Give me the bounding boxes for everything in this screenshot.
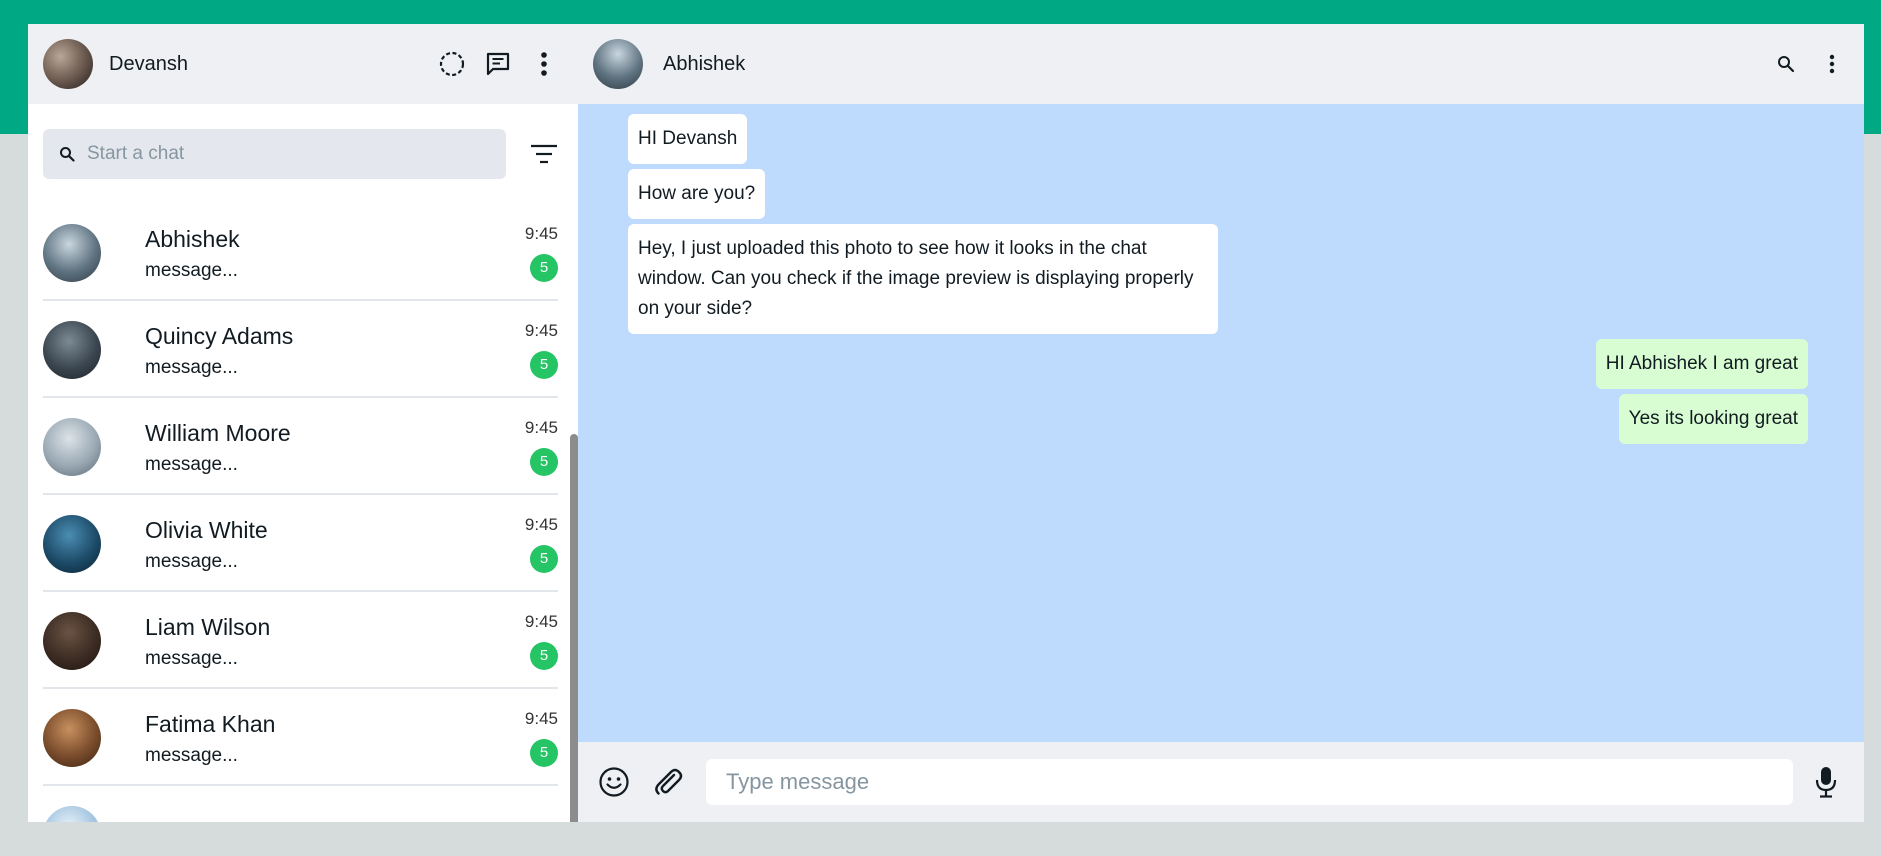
message-area: HI Devansh How are you? Hey, I just upload… bbox=[578, 104, 1864, 742]
composer bbox=[578, 742, 1864, 822]
avatar bbox=[43, 805, 101, 822]
unread-badge: 5 bbox=[530, 544, 558, 573]
status-icon[interactable] bbox=[436, 48, 468, 80]
sidebar: Devansh Start a chat Abhishek message...… bbox=[28, 24, 578, 822]
avatar bbox=[43, 611, 101, 670]
chat-time: 9:45 bbox=[524, 611, 558, 631]
chat-time: 9:45 bbox=[524, 514, 558, 534]
incoming-message[interactable]: HI Devansh bbox=[628, 114, 748, 164]
chat-list: Abhishek message... 9:45 5 Quincy Adams messa… bbox=[28, 204, 578, 822]
menu-icon[interactable] bbox=[528, 48, 560, 80]
chat-time: 9:45 bbox=[524, 320, 558, 340]
chat-time: 9:45 bbox=[524, 417, 558, 437]
emoji-icon[interactable] bbox=[596, 764, 632, 800]
unread-badge: 5 bbox=[530, 350, 558, 379]
outgoing-message[interactable]: HI Abhishek I am great bbox=[1595, 339, 1808, 389]
search-box[interactable] bbox=[43, 129, 506, 179]
chat-list-item[interactable]: William Moore message... 9:45 5 bbox=[28, 398, 578, 495]
avatar bbox=[43, 708, 101, 767]
chat-name: Olivia White bbox=[145, 516, 268, 543]
incoming-message-row: How are you? bbox=[628, 169, 1808, 224]
outgoing-message-row: HI Abhishek I am great bbox=[628, 339, 1808, 394]
chat-preview: message... bbox=[145, 356, 238, 378]
outgoing-message-row: Yes its looking great bbox=[628, 394, 1808, 449]
unread-badge: 5 bbox=[530, 738, 558, 767]
conversation-header: Abhishek bbox=[578, 24, 1864, 104]
chat-name: Fatima Khan bbox=[145, 710, 276, 737]
avatar bbox=[43, 320, 101, 379]
chat-preview: message... bbox=[145, 647, 238, 669]
chat-name: Abhishek bbox=[145, 225, 240, 252]
search-icon bbox=[59, 146, 75, 162]
current-user-name: Devansh bbox=[109, 52, 188, 75]
chat-list-item[interactable]: Olivia White message... 9:45 5 bbox=[28, 495, 578, 592]
chat-list-item[interactable]: Quincy Adams message... 9:45 5 bbox=[28, 301, 578, 398]
contact-avatar[interactable] bbox=[593, 39, 643, 89]
chat-time: 9:45 bbox=[524, 223, 558, 243]
chat-name: Quincy Adams bbox=[145, 322, 294, 349]
unread-badge: 5 bbox=[530, 447, 558, 476]
chat-app: Devansh Start a chat Abhishek message...… bbox=[28, 24, 1864, 822]
avatar[interactable] bbox=[43, 39, 93, 89]
incoming-message-row: HI Devansh bbox=[628, 114, 1808, 169]
contact-name: Abhishek bbox=[663, 52, 746, 75]
search-row bbox=[28, 104, 578, 204]
unread-badge: 5 bbox=[530, 253, 558, 282]
attach-icon[interactable] bbox=[650, 764, 686, 800]
avatar bbox=[43, 223, 101, 282]
incoming-message-row: Hey, I just uploaded this photo to see h… bbox=[628, 224, 1808, 339]
conversation-pane: Abhishek HI Devansh How are you? Hey, I … bbox=[578, 24, 1864, 822]
chat-list-item[interactable]: Abhishek message... 9:45 5 bbox=[28, 204, 578, 301]
chat-list-item[interactable]: Liam Wilson message... 9:45 5 bbox=[28, 592, 578, 689]
message-input[interactable] bbox=[706, 759, 1793, 805]
chat-preview: message... bbox=[145, 259, 238, 281]
chat-time: 9:45 bbox=[524, 708, 558, 728]
chat-name: William Moore bbox=[145, 419, 291, 446]
chat-preview: message... bbox=[145, 453, 238, 475]
chat-preview: message... bbox=[145, 550, 238, 572]
avatar bbox=[43, 417, 101, 476]
chat-list-item[interactable]: Yara Ahmed9:45 bbox=[28, 786, 578, 822]
mic-icon[interactable] bbox=[1808, 764, 1844, 800]
incoming-message[interactable]: How are you? bbox=[628, 169, 766, 219]
avatar bbox=[43, 514, 101, 573]
outgoing-message[interactable]: Yes its looking great bbox=[1618, 394, 1808, 444]
menu-icon[interactable] bbox=[1816, 48, 1848, 80]
chat-list-item[interactable]: Fatima Khan message... 9:45 5 bbox=[28, 689, 578, 786]
chat-preview: message... bbox=[145, 744, 238, 766]
search-input[interactable] bbox=[87, 143, 467, 165]
unread-badge: 5 bbox=[530, 641, 558, 670]
sidebar-header: Devansh bbox=[28, 24, 578, 104]
new-chat-icon[interactable] bbox=[482, 48, 514, 80]
chat-name: Liam Wilson bbox=[145, 613, 271, 640]
incoming-message[interactable]: Hey, I just uploaded this photo to see h… bbox=[628, 224, 1218, 334]
chat-name: Yara Ahmed bbox=[145, 817, 518, 823]
chat-list-scrollbar[interactable] bbox=[570, 434, 578, 822]
search-icon[interactable] bbox=[1770, 48, 1802, 80]
filter-icon[interactable] bbox=[528, 138, 560, 170]
